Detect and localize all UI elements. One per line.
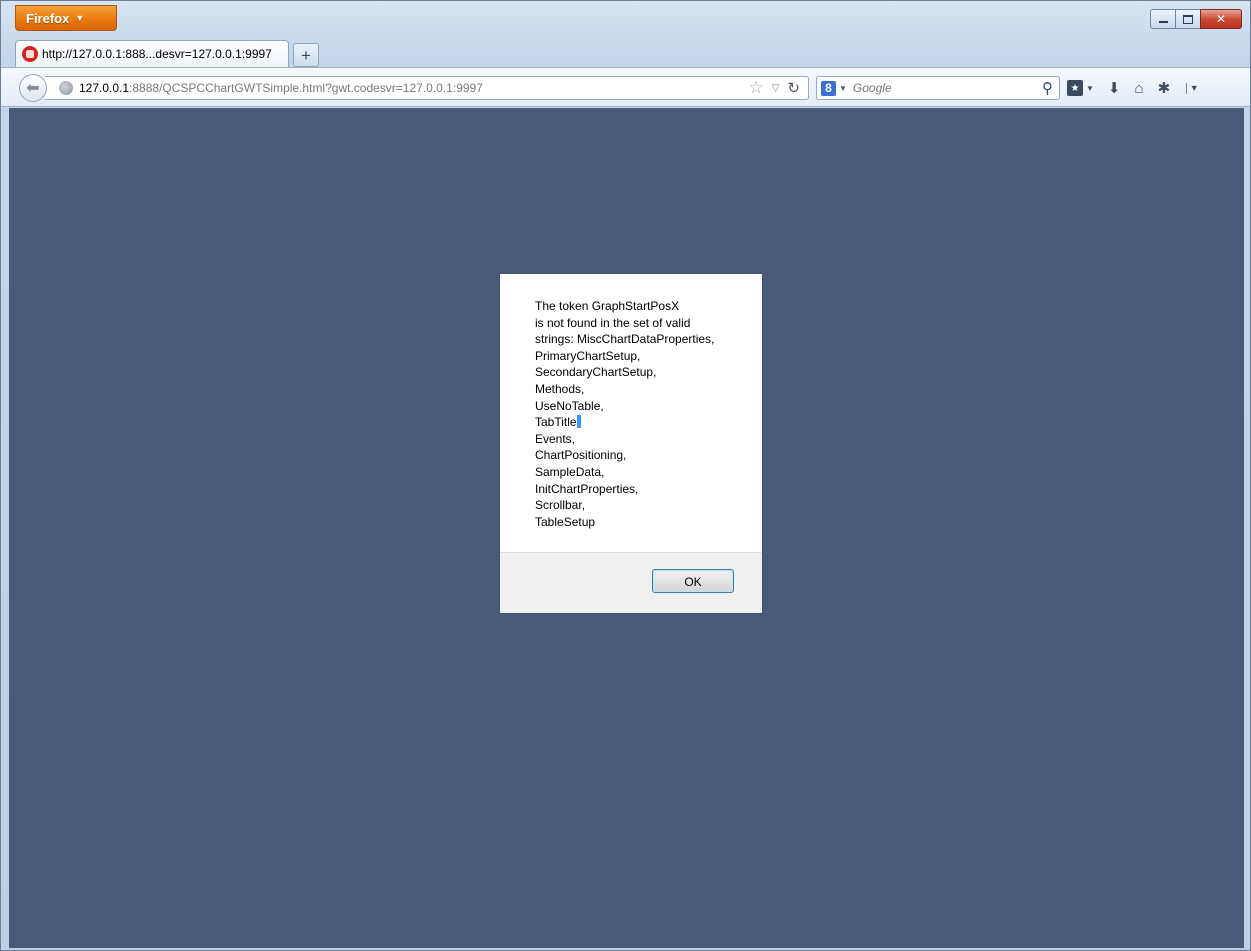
new-tab-button[interactable]: + xyxy=(293,43,319,67)
engine-dropdown-icon[interactable]: ▼ xyxy=(839,84,847,93)
message-line: TabTitle xyxy=(535,415,577,430)
search-engine-icon[interactable]: 8 xyxy=(821,80,836,96)
message-line: InitChartProperties, xyxy=(535,481,639,496)
message-line: Events, xyxy=(535,431,576,446)
minimize-button[interactable] xyxy=(1150,9,1176,29)
message-line: TableSetup xyxy=(535,514,596,529)
maximize-button[interactable] xyxy=(1175,9,1201,29)
firefox-menu-button[interactable]: Firefox ▼ xyxy=(15,5,117,31)
alert-dialog: The token GraphStartPosX is not found in… xyxy=(500,274,762,613)
tab-title: http://127.0.0.1:888...desvr=127.0.0.1:9… xyxy=(42,47,272,61)
menu-dropdown-icon[interactable]: │▼ xyxy=(1184,78,1199,98)
text-selection-caret xyxy=(576,415,581,429)
navigation-bar: 127.0.0.1:8888/QCSPCChartGWTSimple.html?… xyxy=(1,67,1250,107)
message-line: Methods, xyxy=(535,381,585,396)
minimize-icon xyxy=(1158,21,1168,23)
reload-icon[interactable]: ↻ xyxy=(787,79,800,97)
home-icon[interactable]: ⌂ xyxy=(1135,78,1144,98)
tab-strip: http://127.0.0.1:888...desvr=127.0.0.1:9… xyxy=(15,39,319,67)
message-line: UseNoTable, xyxy=(535,398,604,413)
back-button[interactable]: ⬅ xyxy=(19,74,47,102)
search-bar[interactable]: 8 ▼ Google ⚲ xyxy=(816,76,1060,100)
search-go-icon[interactable]: ⚲ xyxy=(1042,79,1053,97)
favicon-icon xyxy=(22,46,38,62)
firefox-menu-label: Firefox xyxy=(26,11,70,26)
search-placeholder: Google xyxy=(852,81,892,95)
history-dropdown-icon[interactable]: ▽ xyxy=(772,83,780,94)
dialog-footer: OK xyxy=(500,552,762,613)
site-identity-icon[interactable] xyxy=(59,81,73,95)
maximize-icon xyxy=(1183,14,1193,24)
url-bar-actions: ☆ ▽ ↻ xyxy=(748,78,808,98)
tab-active[interactable]: http://127.0.0.1:888...desvr=127.0.0.1:9… xyxy=(15,40,289,67)
browser-window: Firefox ▼ ✕ http://127.0.0.1:888...desvr=… xyxy=(0,0,1251,951)
bookmarks-icon: ★ xyxy=(1067,80,1083,96)
addon-icon[interactable]: ✱ xyxy=(1158,78,1171,98)
bookmarks-dropdown-icon: ▼ xyxy=(1086,83,1094,93)
url-path: :8888/QCSPCChartGWTSimple.html?gwt.codes… xyxy=(129,81,483,95)
downloads-icon[interactable]: ⬇ xyxy=(1108,78,1121,98)
message-line: strings: MiscChartDataProperties, xyxy=(535,332,715,347)
bookmarks-menu-button[interactable]: ★ ▼ xyxy=(1067,78,1094,98)
message-line: Scrollbar, xyxy=(535,498,586,513)
message-line: is not found in the set of valid xyxy=(535,315,691,330)
alert-message: The token GraphStartPosX is not found in… xyxy=(535,298,755,530)
menu-dropdown-icon: ▼ xyxy=(75,13,85,23)
url-bar[interactable]: 127.0.0.1:8888/QCSPCChartGWTSimple.html?… xyxy=(45,76,809,100)
message-line: The token GraphStartPosX xyxy=(535,299,680,313)
toolbar-icons: ★ ▼ ⬇ ⌂ ✱ │▼ xyxy=(1067,78,1213,98)
window-controls: ✕ xyxy=(1150,9,1242,29)
url-host: 127.0.0.1 xyxy=(79,81,130,95)
close-button[interactable]: ✕ xyxy=(1200,9,1242,29)
plus-icon: + xyxy=(301,45,311,65)
message-line: PrimaryChartSetup, xyxy=(535,348,641,363)
message-line: SampleData, xyxy=(535,464,605,479)
back-arrow-icon: ⬅ xyxy=(26,80,40,97)
bookmark-star-icon[interactable]: ☆ xyxy=(748,78,763,98)
ok-button[interactable]: OK xyxy=(652,569,734,593)
close-icon: ✕ xyxy=(1215,12,1227,26)
message-line: SecondaryChartSetup, xyxy=(535,365,657,380)
message-line: ChartPositioning, xyxy=(535,448,627,463)
title-bar: Firefox ▼ ✕ xyxy=(1,1,1250,37)
